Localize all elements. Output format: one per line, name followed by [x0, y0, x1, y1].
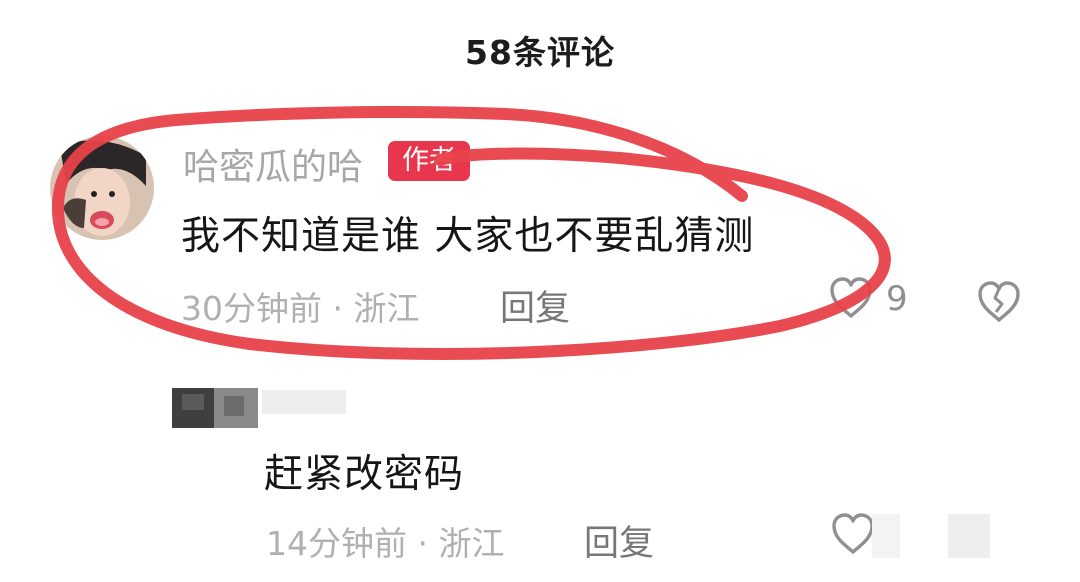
comment-text: 我不知道是谁 大家也不要乱猜测: [181, 214, 755, 259]
comment-meta: 30分钟前 · 浙江: [181, 289, 420, 328]
comments-count-title: 58条评论: [465, 33, 615, 72]
like-count: 9: [886, 279, 908, 319]
author-badge: 作者: [388, 141, 470, 181]
redacted-username: [262, 390, 346, 414]
broken-heart-icon: [978, 281, 1020, 322]
redacted-like-count: [872, 514, 900, 558]
avatar[interactable]: [50, 136, 154, 240]
comments-screen: 58条评论 哈密瓜的哈 作者 我不知道是谁 大家也不要乱猜测 30分钟前 · 浙…: [0, 0, 1080, 582]
comment-username[interactable]: 哈密瓜的哈: [183, 138, 363, 190]
redacted-dislike-area: [948, 514, 990, 558]
dislike-button[interactable]: [974, 278, 1024, 330]
reply-comment-text: 赶紧改密码: [264, 452, 465, 497]
reply-comment-meta: 14分钟前 · 浙江: [266, 524, 505, 563]
reply-button[interactable]: 回复: [500, 280, 570, 331]
avatar-photo: [172, 388, 258, 428]
avatar-photo: [50, 136, 154, 240]
heart-outline-icon: [832, 513, 874, 554]
heart-outline-icon: [830, 277, 872, 318]
reply-avatar[interactable]: [172, 388, 258, 428]
reply-button[interactable]: 回复: [584, 515, 654, 566]
like-button[interactable]: 9: [826, 274, 914, 322]
